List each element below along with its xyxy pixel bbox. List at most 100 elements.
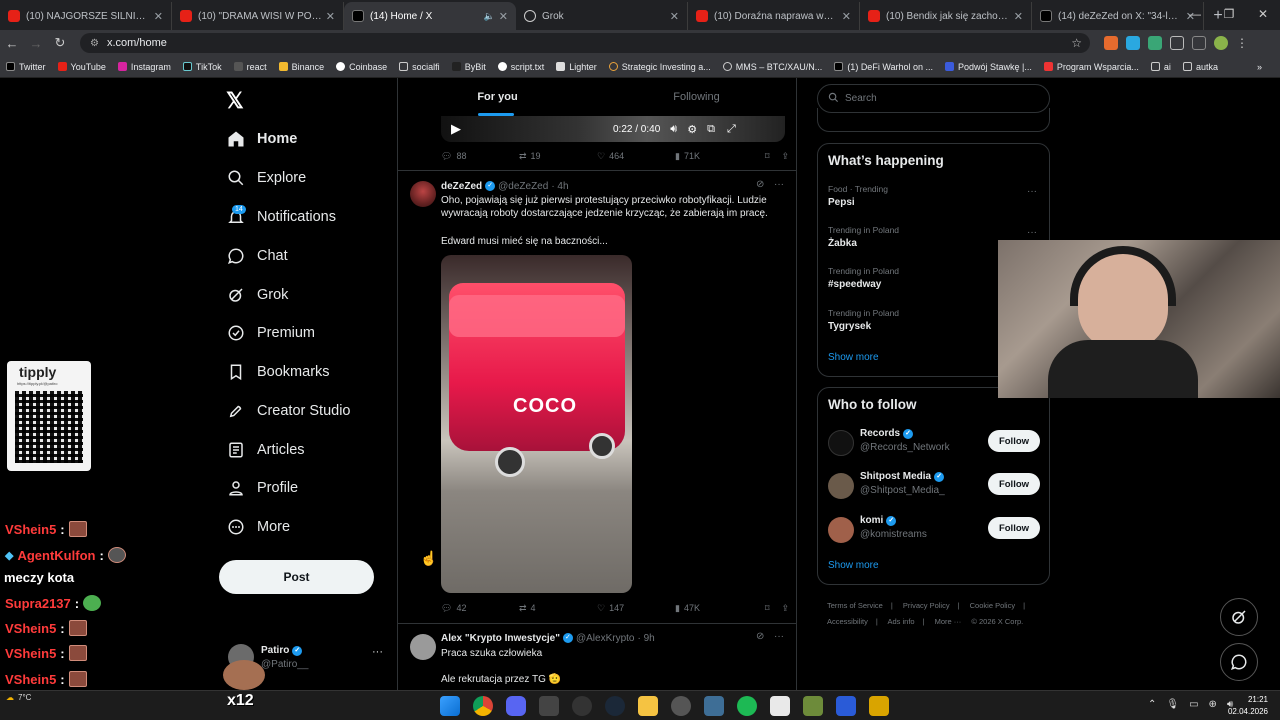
bookmark-item[interactable]: Strategic Investing a... — [608, 62, 711, 72]
avatar[interactable] — [828, 473, 854, 499]
forward-icon[interactable]: → — [24, 36, 48, 51]
pip-icon[interactable]: ⧉ — [707, 123, 715, 136]
bookmark-item[interactable]: MMS – BTC/XAU/N... — [722, 62, 822, 72]
account-name[interactable]: komi — [860, 515, 883, 526]
more-dots-icon[interactable]: ··· — [774, 631, 784, 642]
bookmark-folder[interactable]: socialfi — [399, 62, 440, 72]
sidebar-item-explore[interactable]: Explore — [227, 165, 306, 191]
show-more-link[interactable]: Show more — [828, 352, 879, 363]
author-name[interactable]: deZeZed — [441, 181, 482, 192]
close-icon[interactable]: ✕ — [670, 10, 679, 23]
avatar[interactable] — [410, 181, 436, 207]
back-icon[interactable]: ← — [0, 36, 24, 51]
bookmarks-overflow-icon[interactable]: » — [1257, 62, 1262, 72]
tab-following[interactable]: Following — [597, 78, 796, 116]
menu-icon[interactable] — [1192, 36, 1206, 50]
bookmark-folder[interactable]: ai — [1150, 62, 1171, 72]
author-handle[interactable]: @deZeZed — [498, 181, 548, 192]
speaker-icon[interactable]: 🔈 — [484, 11, 495, 22]
author-handle[interactable]: @AlexKrypto — [576, 633, 635, 644]
sidebar-item-grok[interactable]: Grok — [227, 282, 288, 308]
sidebar-item-more[interactable]: More — [227, 514, 290, 540]
profile-avatar[interactable] — [1214, 36, 1228, 50]
like-button[interactable]: ♡ 147 — [597, 603, 675, 614]
chevron-up-icon[interactable]: ⌃ — [1148, 699, 1156, 710]
footer-link[interactable]: Cookie Policy — [970, 601, 1015, 610]
footer-link[interactable]: Ads info — [887, 617, 914, 626]
app-icon[interactable] — [869, 696, 889, 716]
puzzle-icon[interactable] — [1170, 36, 1184, 50]
repost-button[interactable]: ⇄ 4 — [519, 603, 597, 614]
sidebar-item-bookmarks[interactable]: Bookmarks — [227, 359, 330, 385]
network-icon[interactable]: ⊕ — [1209, 699, 1217, 710]
app-icon[interactable] — [803, 696, 823, 716]
share-icon[interactable]: ⇪ — [781, 603, 789, 614]
bookmark-item[interactable]: YouTube — [57, 62, 106, 72]
display-icon[interactable]: ▭ — [1189, 699, 1198, 710]
bookmark-item[interactable]: Lighter — [556, 62, 597, 72]
share-icon[interactable]: ⇪ — [781, 151, 789, 162]
volume-icon[interactable]: 🔊︎ — [670, 123, 677, 136]
bookmark-item[interactable]: react — [233, 62, 267, 72]
more-dots-icon[interactable]: ··· — [372, 646, 383, 658]
tab-for-you[interactable]: For you — [398, 78, 597, 116]
avatar[interactable] — [828, 517, 854, 543]
close-icon[interactable]: ✕ — [1014, 10, 1023, 23]
app-icon[interactable] — [770, 696, 790, 716]
follow-button[interactable]: Follow — [988, 473, 1040, 495]
extension-icon[interactable] — [1104, 36, 1118, 50]
browser-tab-active[interactable]: (14) Home / X 🔈 ✕ — [344, 2, 516, 30]
app-icon[interactable] — [539, 696, 559, 716]
settings-icon[interactable]: ⚙ — [687, 123, 697, 136]
bookmark-icon[interactable]: ⌑ — [765, 151, 770, 162]
views-button[interactable]: ▮ 71K — [675, 151, 753, 162]
chrome-icon[interactable] — [473, 696, 493, 716]
bookmark-item[interactable]: script.txt — [497, 62, 544, 72]
sidebar-item-home[interactable]: Home — [227, 126, 297, 152]
kebab-menu-icon[interactable]: ⋮ — [1236, 36, 1250, 50]
bookmark-item[interactable]: ByBit — [451, 62, 486, 72]
grok-icon[interactable]: ⊘ — [756, 631, 764, 642]
browser-tab[interactable]: (10) Doraźna naprawa wyświetl✕ — [688, 2, 860, 30]
account-name[interactable]: Shitpost Media — [860, 471, 931, 482]
bookmark-item[interactable]: Binance — [278, 62, 324, 72]
reply-button[interactable]: 💬︎ 42 — [441, 603, 519, 614]
vscode-icon[interactable] — [704, 696, 724, 716]
reload-icon[interactable]: ↻ — [48, 35, 72, 51]
footer-link[interactable]: Accessibility — [827, 617, 868, 626]
grok-icon[interactable]: ⊘ — [756, 179, 764, 190]
footer-link[interactable]: Terms of Service — [827, 601, 883, 610]
play-icon[interactable]: ▶ — [451, 121, 461, 137]
bookmark-item[interactable]: Program Wsparcia... — [1043, 62, 1139, 72]
avatar[interactable] — [410, 634, 436, 660]
show-more-link[interactable]: Show more — [828, 560, 879, 571]
browser-tab[interactable]: Grok ✕ — [516, 2, 688, 30]
weather-widget[interactable]: ☁ 7°C — [6, 693, 31, 702]
app-icon[interactable] — [671, 696, 691, 716]
bookmark-item[interactable]: (1) DeFi Warhol on ... — [834, 62, 933, 72]
more-dots-icon[interactable]: ··· — [774, 179, 784, 190]
account-name[interactable]: Records — [860, 428, 900, 439]
sidebar-item-creator-studio[interactable]: Creator Studio — [227, 398, 351, 424]
follow-button[interactable]: Follow — [988, 517, 1040, 539]
follow-button[interactable]: Follow — [988, 430, 1040, 452]
search-input[interactable]: Search — [845, 93, 877, 104]
like-button[interactable]: ♡ 464 — [597, 151, 675, 162]
minimize-icon[interactable]: — — [1178, 0, 1212, 30]
spotify-icon[interactable] — [737, 696, 757, 716]
footer-link[interactable]: Privacy Policy — [903, 601, 950, 610]
address-bar[interactable]: ⚙ x.com/home ☆ — [80, 33, 1090, 53]
clock[interactable]: 21:21 02.04.2026 — [1228, 694, 1268, 718]
post-button[interactable]: Post — [219, 560, 374, 594]
close-icon[interactable]: ✕ — [154, 10, 163, 23]
extension-icon[interactable] — [1126, 36, 1140, 50]
close-icon[interactable]: ✕ — [326, 10, 335, 23]
bookmark-item[interactable]: Instagram — [117, 62, 171, 72]
folder-icon[interactable] — [638, 696, 658, 716]
bookmark-folder[interactable]: autka — [1182, 62, 1218, 72]
discord-icon[interactable] — [506, 696, 526, 716]
tweet-media-video[interactable]: COCO — [441, 255, 632, 593]
steam-icon[interactable] — [605, 696, 625, 716]
x-logo-icon[interactable]: 𝕏 — [226, 88, 246, 113]
microphone-icon[interactable]: 🎙︎ — [1166, 699, 1179, 710]
